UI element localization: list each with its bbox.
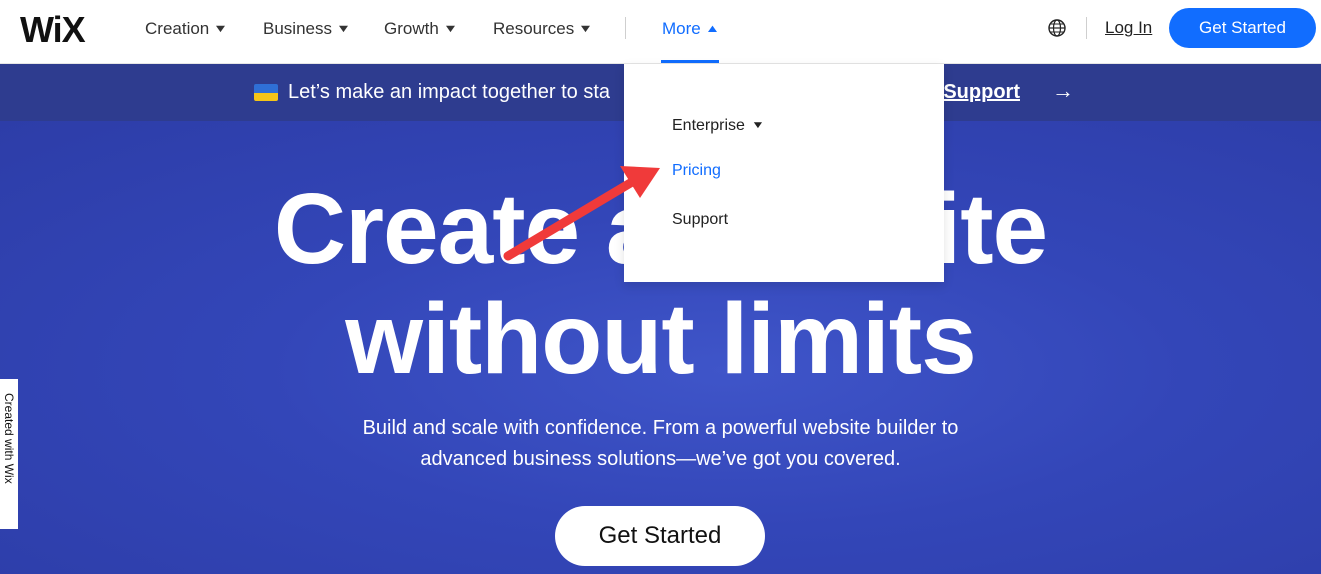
- hero-get-started-button[interactable]: Get Started: [555, 506, 765, 566]
- ukraine-flag-icon: [254, 84, 278, 101]
- header-divider: [1086, 17, 1087, 39]
- chevron-down-icon: ▼: [213, 23, 229, 35]
- nav-label: More: [662, 19, 701, 38]
- nav-label: Growth: [384, 19, 439, 38]
- globe-icon[interactable]: [1047, 18, 1067, 38]
- nav-label: Resources: [493, 19, 575, 38]
- hero-subtitle-line1: Build and scale with confidence. From a …: [362, 417, 959, 439]
- header-get-started-button[interactable]: Get Started: [1169, 8, 1316, 48]
- created-with-wix-tab[interactable]: Created with Wix: [0, 379, 18, 529]
- nav-label: Creation: [145, 19, 210, 38]
- arrow-right-icon[interactable]: →: [1052, 78, 1074, 104]
- nav-label: Business: [263, 19, 332, 38]
- nav-resources[interactable]: Resources ▼: [493, 18, 594, 40]
- chevron-up-icon: ▲: [704, 23, 720, 35]
- more-dropdown-menu: Enterprise ▼ Pricing Support: [624, 64, 944, 282]
- nav-active-indicator: [661, 60, 719, 63]
- nav-growth[interactable]: Growth ▼: [384, 18, 458, 40]
- menu-item-enterprise[interactable]: Enterprise ▼: [672, 116, 765, 136]
- nav-business[interactable]: Business ▼: [263, 18, 352, 40]
- wix-logo[interactable]: WiX: [20, 10, 86, 50]
- menu-item-pricing[interactable]: Pricing: [672, 161, 721, 181]
- chevron-down-icon: ▼: [578, 23, 594, 35]
- hero-subtitle-line2: advanced business solutions—we’ve got yo…: [420, 448, 901, 470]
- chevron-down-icon: ▼: [442, 23, 458, 35]
- menu-item-support[interactable]: Support: [672, 210, 728, 230]
- login-link[interactable]: Log In: [1105, 18, 1152, 38]
- menu-item-label: Pricing: [672, 162, 721, 179]
- menu-item-label: Support: [672, 211, 729, 228]
- nav-divider: [625, 17, 626, 39]
- chevron-down-icon: ▼: [335, 23, 352, 35]
- hero-subtitle: Build and scale with confidence. From a …: [0, 413, 1321, 475]
- nav-more[interactable]: More ▲: [662, 18, 720, 40]
- banner-text: Let’s make an impact together to sta: [288, 81, 611, 103]
- menu-item-label: Enterprise: [672, 117, 745, 134]
- top-header: WiX Creation ▼ Business ▼ Growth ▼ Resou…: [0, 0, 1321, 64]
- chevron-down-icon: ▼: [750, 120, 765, 131]
- hero-title-line2: without limits: [345, 283, 976, 395]
- nav-creation[interactable]: Creation ▼: [145, 18, 229, 40]
